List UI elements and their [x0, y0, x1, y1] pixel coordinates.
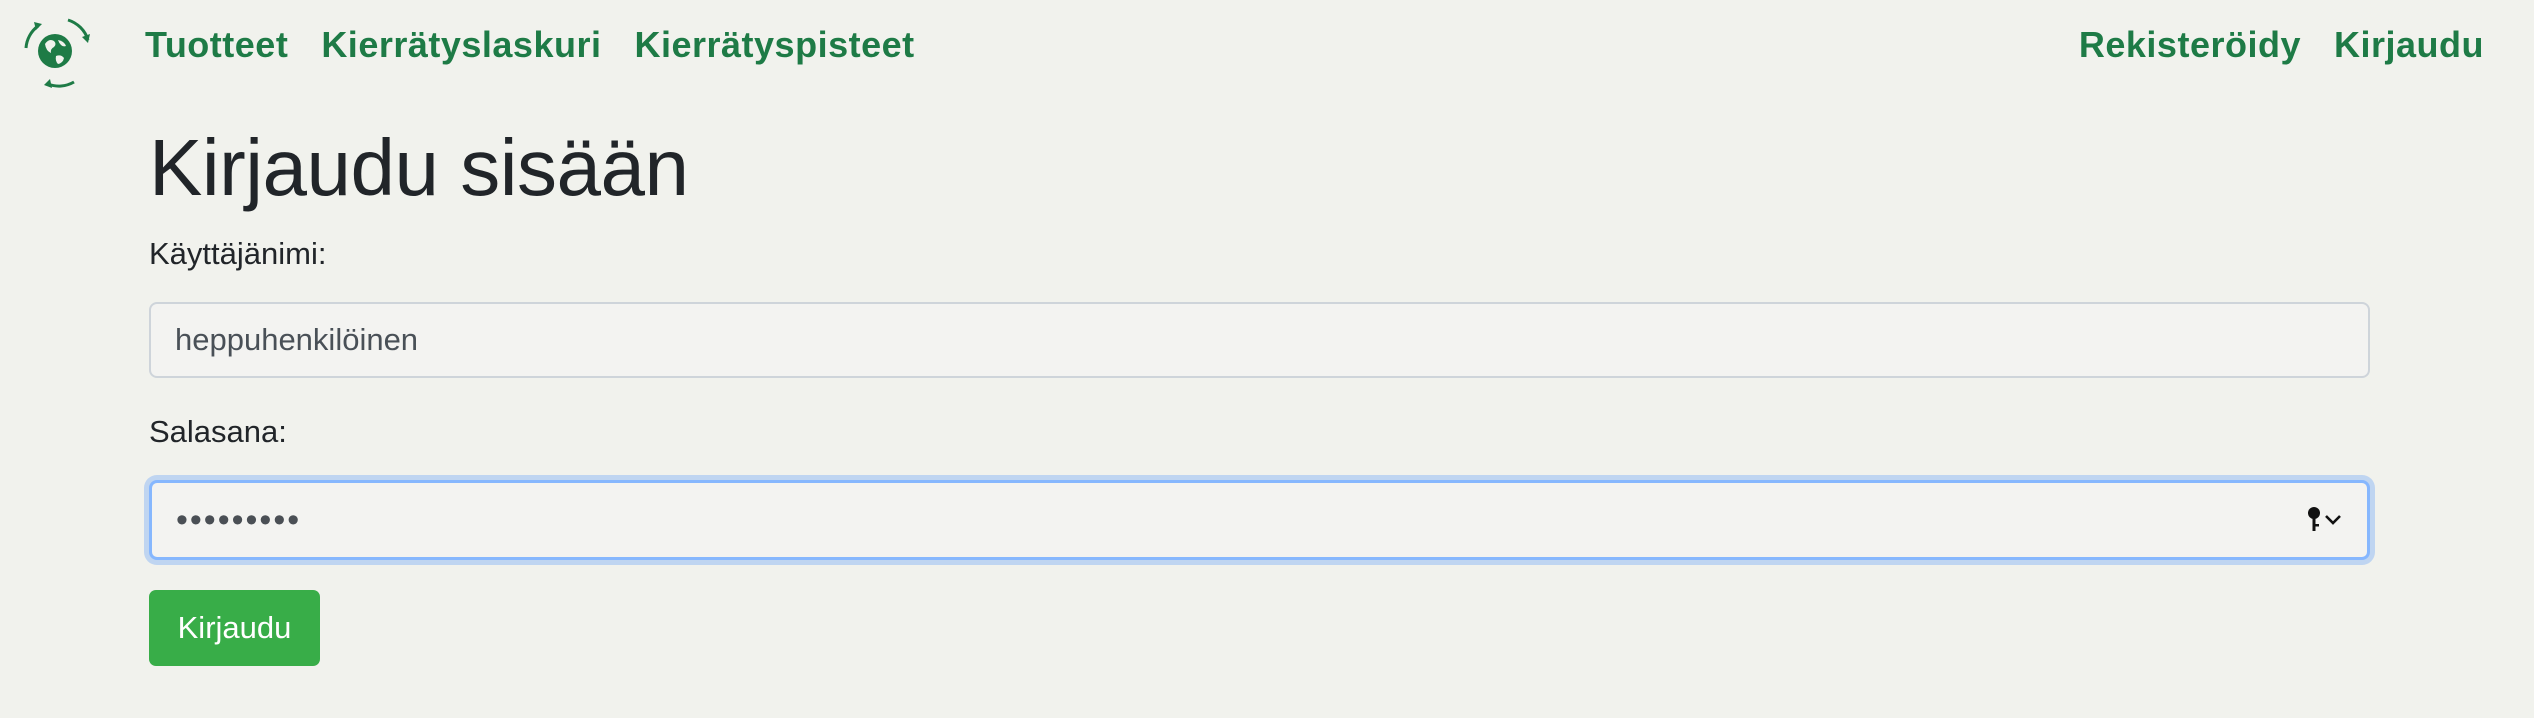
nav-link-login[interactable]: Kirjaudu — [2334, 24, 2484, 66]
username-input[interactable] — [149, 302, 2370, 378]
nav-left: Tuotteet Kierrätyslaskuri Kierrätyspiste… — [145, 24, 948, 66]
page-title: Kirjaudu sisään — [149, 123, 689, 212]
login-form: Käyttäjänimi: Salasana: Kirjaudu — [149, 234, 2370, 666]
password-input[interactable] — [149, 480, 2370, 560]
nav-link-recycling-points[interactable]: Kierrätyspisteet — [634, 24, 914, 66]
nav-link-register[interactable]: Rekisteröidy — [2079, 24, 2301, 66]
login-submit-button[interactable]: Kirjaudu — [149, 590, 320, 666]
password-field-wrapper — [149, 480, 2370, 560]
nav-right: Rekisteröidy Kirjaudu — [2046, 24, 2484, 66]
nav-link-products[interactable]: Tuotteet — [145, 24, 288, 66]
username-label: Käyttäjänimi: — [149, 236, 327, 271]
nav-link-recycling-calculator[interactable]: Kierrätyslaskuri — [321, 24, 601, 66]
navbar: Tuotteet Kierrätyslaskuri Kierrätyspiste… — [0, 0, 2534, 96]
login-main: Kirjaudu sisään Käyttäjänimi: Salasana: … — [149, 118, 2370, 666]
key-dropdown-icon[interactable] — [2304, 502, 2344, 538]
recycling-globe-logo[interactable] — [14, 10, 96, 92]
password-label: Salasana: — [149, 414, 287, 449]
